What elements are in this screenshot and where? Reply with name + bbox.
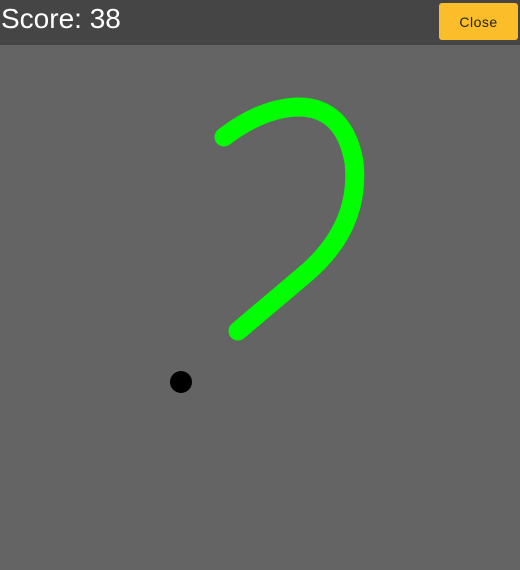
score-display: Score: 38 [1, 3, 121, 34]
food-pellet [170, 371, 192, 393]
game-board[interactable] [0, 45, 520, 570]
close-button[interactable]: Close [439, 3, 518, 40]
game-canvas [170, 97, 365, 393]
game-header: Score: 38 Close [0, 0, 520, 45]
snake [214, 97, 365, 341]
